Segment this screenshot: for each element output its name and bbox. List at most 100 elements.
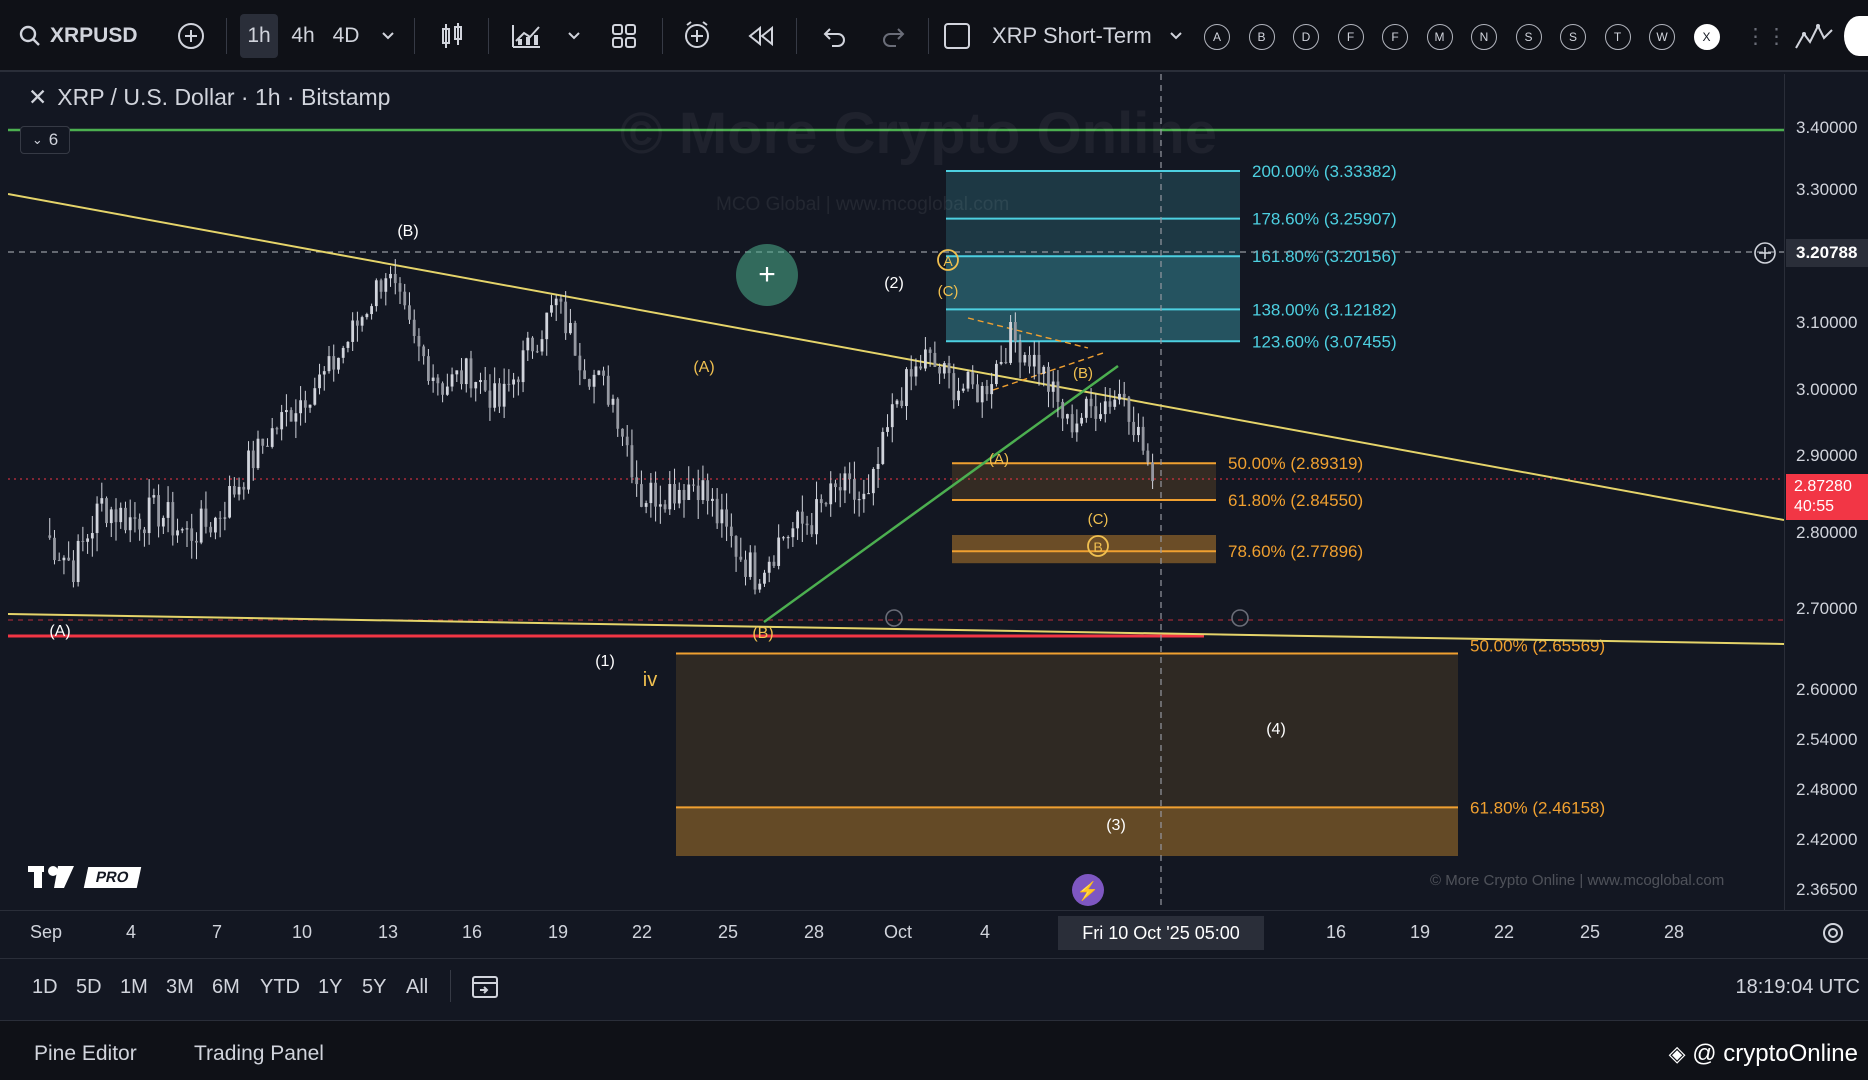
range-5y[interactable]: 5Y <box>362 976 386 999</box>
indicators-icon[interactable] <box>508 14 544 58</box>
candle-body <box>938 366 941 374</box>
chevron-down-icon[interactable] <box>564 14 584 58</box>
replay-icon[interactable] <box>744 14 778 58</box>
range-all[interactable]: All <box>406 976 428 999</box>
calendar-goto-icon[interactable] <box>470 972 502 1007</box>
hotkey-button-a[interactable]: A <box>1204 24 1230 50</box>
candle-body <box>379 280 383 292</box>
hotkey-button-w[interactable]: W <box>1649 24 1675 50</box>
candle-body <box>791 528 795 538</box>
hotkey-button-m[interactable]: M <box>1426 24 1453 50</box>
range-1d[interactable]: 1D <box>32 976 58 999</box>
candle-body <box>445 386 449 395</box>
hotkey-button-n[interactable]: N <box>1471 24 1497 50</box>
range-1m[interactable]: 1M <box>120 976 148 999</box>
hotkey-button-s[interactable]: S <box>1560 24 1586 50</box>
price-tick: 2.60000 <box>1796 680 1858 699</box>
interval-1h[interactable]: 1h <box>240 14 278 58</box>
range-3m[interactable]: 3M <box>166 976 194 999</box>
candle-body <box>237 486 241 495</box>
hotkey-button-d[interactable]: D <box>1293 24 1319 50</box>
marker-circle <box>1231 609 1249 627</box>
candle-body <box>285 410 288 413</box>
utc-clock[interactable]: 18:19:04 UTC <box>1735 976 1860 999</box>
candle-body <box>649 482 653 504</box>
candle-body <box>971 371 975 385</box>
chevron-down-icon[interactable] <box>1166 14 1186 58</box>
range-ytd[interactable]: YTD <box>260 976 300 999</box>
candle-body <box>786 537 790 539</box>
candle-body <box>1013 322 1017 342</box>
interval-4h[interactable]: 4h <box>286 14 320 58</box>
candle-body <box>436 377 440 384</box>
time-tick: 16 <box>462 922 483 942</box>
crosshair-plus-icon[interactable] <box>1752 240 1778 266</box>
candle-body <box>843 473 847 491</box>
settings-gear-icon[interactable] <box>1820 920 1846 951</box>
hotkey-button-s[interactable]: S <box>1515 24 1542 50</box>
candle-body <box>303 400 307 408</box>
chevron-down-icon[interactable] <box>376 14 400 58</box>
price-tick: 3.00000 <box>1796 380 1858 399</box>
drag-handle-icon[interactable]: ⋮⋮ <box>1745 14 1787 58</box>
symbol-search[interactable]: XRPUSD <box>18 14 138 58</box>
range-5d[interactable]: 5D <box>76 976 102 999</box>
hotkey-button-x[interactable]: X <box>1693 24 1720 50</box>
time-tick: 22 <box>632 922 653 942</box>
tab-pine-editor[interactable]: Pine Editor <box>34 1042 137 1066</box>
layout-square-icon[interactable] <box>940 14 974 58</box>
candle-body <box>479 380 482 383</box>
candle-body <box>597 370 601 375</box>
time-tick: 4 <box>126 922 137 942</box>
redo-icon[interactable] <box>878 14 910 58</box>
candle-body <box>502 383 506 407</box>
range-6m[interactable]: 6M <box>212 976 240 999</box>
add-plus-icon[interactable]: + <box>736 244 798 306</box>
candle-body <box>488 390 492 408</box>
compare-button[interactable] <box>174 14 208 58</box>
layout-grid-icon[interactable] <box>608 14 640 58</box>
candle-body <box>999 362 1003 364</box>
time-tick: 19 <box>548 922 569 942</box>
collapse-indicators-button[interactable]: ⌄ 6 <box>20 126 70 154</box>
candle-body <box>876 463 880 469</box>
footer-watermark: © More Crypto Online | www.mcoglobal.com <box>1430 872 1725 889</box>
hotkey-button-f[interactable]: F <box>1382 24 1408 50</box>
tv-logo-icon <box>28 866 74 888</box>
time-tick: 25 <box>718 922 739 942</box>
candle-body <box>606 375 610 405</box>
candle-body <box>1099 414 1102 419</box>
candle-body <box>1032 354 1036 367</box>
candle-body <box>644 503 648 507</box>
upper-trendline[interactable] <box>8 193 1784 521</box>
candle-body <box>559 298 563 302</box>
layout-name[interactable]: XRP Short-Term <box>992 14 1152 58</box>
candle-body <box>819 499 823 504</box>
candle-body <box>720 509 724 524</box>
candle-body <box>834 483 837 488</box>
candle-body <box>483 380 487 391</box>
hotkey-button-t[interactable]: T <box>1604 24 1631 50</box>
waves-icon[interactable] <box>1792 14 1836 58</box>
candle-body <box>933 352 937 367</box>
undo-icon[interactable] <box>818 14 850 58</box>
candle-body <box>796 511 799 529</box>
hotkey-button-f[interactable]: F <box>1337 24 1364 50</box>
tab-trading-panel[interactable]: Trading Panel <box>194 1042 324 1066</box>
hotkey-button-b[interactable]: B <box>1248 24 1275 50</box>
lower-trendline[interactable] <box>8 613 1784 645</box>
candle-body <box>810 525 814 535</box>
close-icon[interactable]: ✕ <box>28 84 47 110</box>
range-1y[interactable]: 1Y <box>318 976 342 999</box>
candle-body <box>857 499 861 501</box>
candle-body <box>147 497 151 534</box>
candle-body <box>630 445 634 478</box>
candle-body <box>76 540 80 583</box>
marker-circle <box>885 609 903 627</box>
candle-type-icon[interactable] <box>436 14 468 58</box>
alert-icon[interactable] <box>680 14 716 58</box>
profile-avatar[interactable] <box>1844 16 1868 56</box>
wave-label-1: (1) <box>595 653 615 670</box>
candle-body <box>701 480 705 501</box>
interval-4D[interactable]: 4D <box>328 14 364 58</box>
